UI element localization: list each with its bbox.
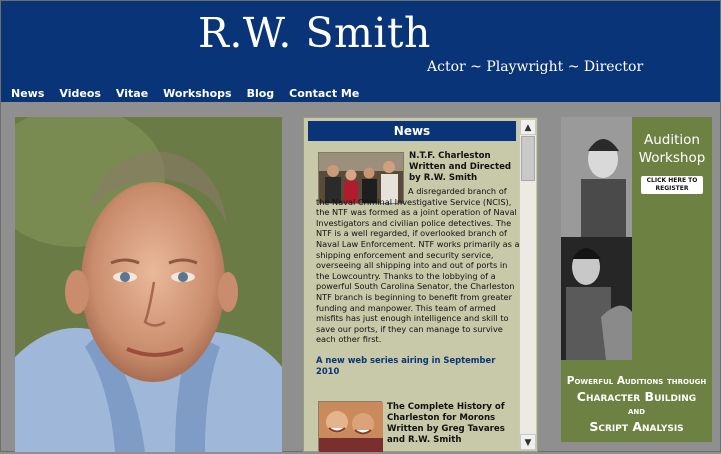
- nav-item-workshops[interactable]: Workshops: [163, 87, 231, 100]
- scroll-down-arrow-icon[interactable]: ▼: [520, 434, 536, 450]
- ad-caption-line2: Character Building: [576, 389, 697, 404]
- scroll-up-arrow-icon[interactable]: ▲: [520, 119, 536, 135]
- nav-item-blog[interactable]: Blog: [247, 87, 275, 100]
- news-scrollbar[interactable]: ▲ ▼: [519, 119, 536, 450]
- audition-workshop-ad[interactable]: Audition Workshop CLICK HERE TO REGISTER…: [561, 117, 712, 442]
- scrollbar-thumb[interactable]: [521, 136, 535, 181]
- header-divider-band: [1, 102, 720, 116]
- morons-photo-illustration: [319, 402, 383, 452]
- site-title: R.W. Smith: [198, 9, 431, 57]
- portrait-photo: [15, 117, 282, 452]
- nav-item-news[interactable]: News: [11, 87, 44, 100]
- ad-actor-photos: [561, 117, 632, 360]
- story-title-ntf-charleston[interactable]: N.T.F. Charleston Written and Directed b…: [409, 151, 519, 184]
- register-button[interactable]: CLICK HERE TO REGISTER: [641, 176, 703, 194]
- ad-caption-line4: Script Analysis: [589, 419, 684, 434]
- charleston-for-morons-photo[interactable]: [318, 401, 383, 452]
- story-body-ntf-charleston: A disregarded branch of the Naval Crimin…: [316, 186, 520, 345]
- story-title-history-of-charleston[interactable]: The Complete History of Charleston for M…: [387, 402, 521, 446]
- site-header: R.W. Smith Actor ~ Playwright ~ Director…: [1, 1, 720, 102]
- ad-caption-line1: Powerful Auditions through: [566, 375, 707, 387]
- ad-photo-illustration: [561, 117, 632, 360]
- ad-caption: Powerful Auditions through Character Bui…: [561, 374, 712, 434]
- site-tagline: Actor ~ Playwright ~ Director: [427, 59, 644, 75]
- nav-item-videos[interactable]: Videos: [59, 87, 101, 100]
- nav-item-contact-me[interactable]: Contact Me: [289, 87, 359, 100]
- ad-caption-line3: and: [627, 406, 646, 417]
- ad-title: Audition Workshop: [638, 132, 706, 166]
- nav-item-vitae[interactable]: Vitae: [116, 87, 148, 100]
- news-panel[interactable]: News N.T.F. Charleston Written and Direc…: [303, 117, 538, 452]
- main-nav: News Videos Vitae Workshops Blog Contact…: [11, 87, 374, 100]
- story-body-text: A disregarded branch of the Naval Crimin…: [316, 186, 520, 345]
- portrait-illustration: [15, 117, 282, 452]
- news-heading: News: [308, 121, 516, 141]
- web-series-link[interactable]: A new web series airing in September 201…: [316, 355, 520, 377]
